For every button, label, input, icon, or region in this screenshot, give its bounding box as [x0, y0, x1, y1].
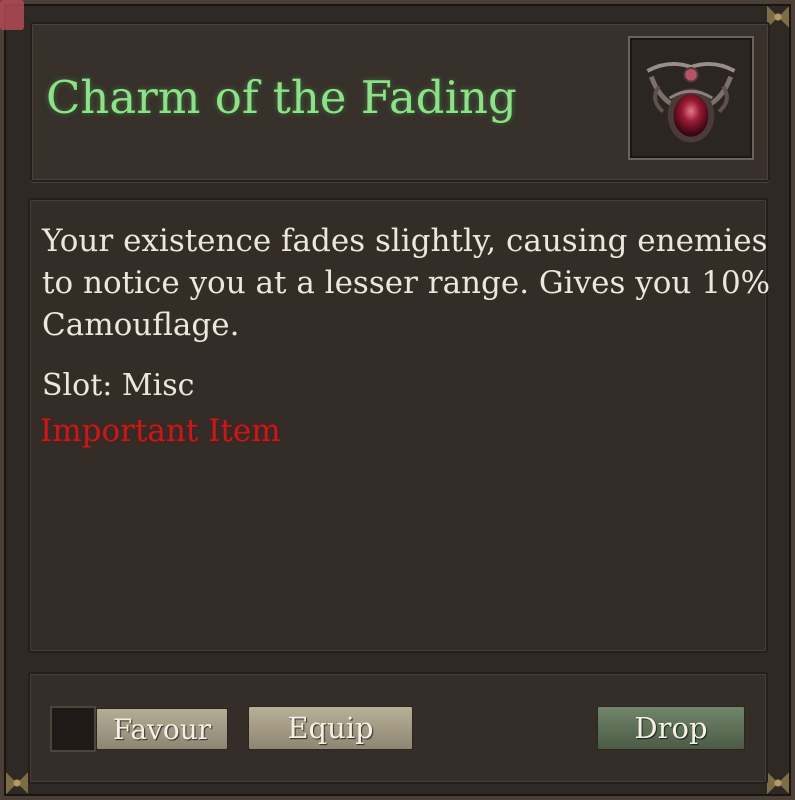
drop-button[interactable]: Drop: [597, 706, 745, 750]
important-item-tag: Important Item: [40, 413, 281, 449]
ornament-corner-icon: [767, 772, 789, 794]
item-title: Charm of the Fading: [46, 71, 517, 124]
red-gem-charm-icon: [628, 36, 754, 160]
favour-button[interactable]: Favour: [96, 708, 228, 750]
equip-button[interactable]: Equip: [248, 706, 413, 750]
ornament-corner-icon: [767, 6, 789, 28]
close-tab-icon[interactable]: [0, 0, 24, 30]
item-description: Your existence fades slightly, causing e…: [42, 223, 771, 343]
ornament-corner-icon: [6, 772, 28, 794]
favour-checkbox[interactable]: [50, 706, 96, 752]
item-slot: Slot: Misc: [42, 368, 195, 403]
